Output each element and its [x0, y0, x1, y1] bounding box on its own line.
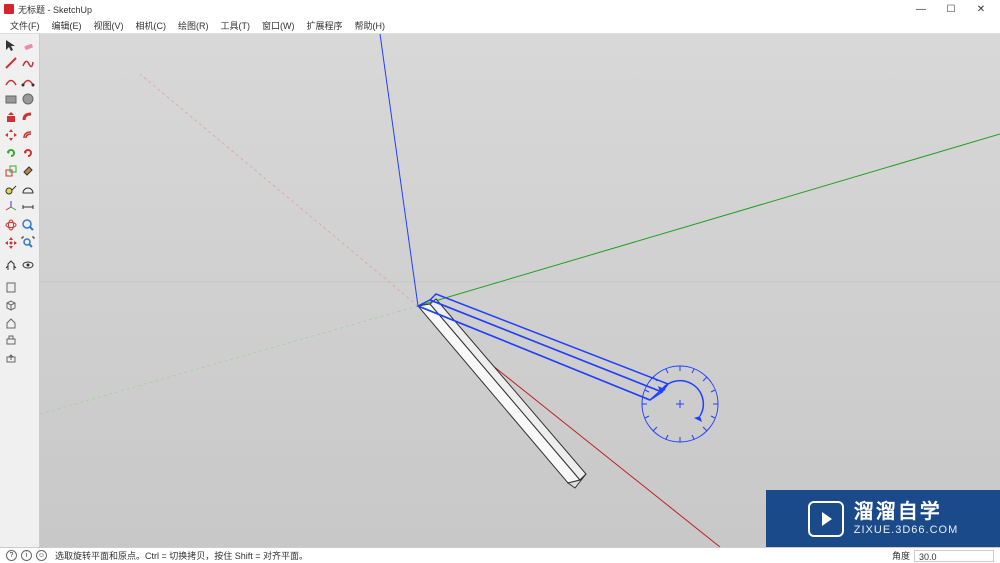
orbit-tool[interactable]: [2, 216, 20, 234]
menu-draw[interactable]: 绘图(R): [172, 19, 215, 32]
status-help-icon[interactable]: ?: [6, 550, 17, 561]
line-tool[interactable]: [2, 54, 20, 72]
freehand-tool[interactable]: [20, 54, 38, 72]
status-hint: 选取旋转平面和原点。Ctrl = 切换拷贝，按住 Shift = 对齐平面。: [55, 549, 308, 562]
menu-edit[interactable]: 编辑(E): [46, 19, 88, 32]
watermark-subtitle: ZIXUE.3D66.COM: [854, 524, 958, 537]
walk-tool[interactable]: [2, 256, 20, 274]
minimize-button[interactable]: —: [906, 2, 936, 17]
rotate2-tool[interactable]: [20, 144, 38, 162]
menu-tools[interactable]: 工具(T): [215, 19, 257, 32]
followme-tool[interactable]: [20, 108, 38, 126]
watermark-play-icon: [808, 501, 844, 537]
watermark-title: 溜溜自学: [854, 500, 958, 524]
print-tool[interactable]: [2, 332, 20, 350]
dimension-tool[interactable]: [20, 198, 38, 216]
export-tool[interactable]: [2, 350, 20, 368]
maximize-button[interactable]: ☐: [936, 2, 966, 17]
box-tool[interactable]: [2, 296, 20, 314]
window-controls: — ☐ ✕: [906, 2, 996, 17]
scale-tool[interactable]: [2, 162, 20, 180]
eraser-tool[interactable]: [20, 36, 38, 54]
paste-tool[interactable]: [2, 278, 20, 296]
menu-extensions[interactable]: 扩展程序: [301, 19, 349, 32]
axes-tool[interactable]: [2, 198, 20, 216]
offset-tool[interactable]: [20, 126, 38, 144]
zoom-tool[interactable]: [20, 216, 38, 234]
app-icon: [4, 4, 14, 14]
select-tool[interactable]: [2, 36, 20, 54]
pushpull-tool[interactable]: [2, 108, 20, 126]
arc-tool[interactable]: [2, 72, 20, 90]
move-tool[interactable]: [2, 126, 20, 144]
menu-window[interactable]: 窗口(W): [256, 19, 301, 32]
watermark: 溜溜自学 ZIXUE.3D66.COM: [766, 490, 1000, 547]
arc2-tool[interactable]: [20, 72, 38, 90]
titlebar: 无标题 - SketchUp — ☐ ✕: [0, 0, 1000, 18]
viewport[interactable]: [40, 34, 1000, 547]
rotate-tool[interactable]: [2, 144, 20, 162]
close-button[interactable]: ✕: [966, 2, 996, 17]
angle-label: 角度: [892, 549, 910, 562]
pan-tool[interactable]: [2, 234, 20, 252]
menu-camera[interactable]: 相机(C): [130, 19, 173, 32]
status-info-icon[interactable]: i: [21, 550, 32, 561]
protractor-tool[interactable]: [20, 180, 38, 198]
toolbar: [0, 34, 40, 547]
home-tool[interactable]: [2, 314, 20, 332]
menu-file[interactable]: 文件(F): [4, 19, 46, 32]
zoomext-tool[interactable]: [20, 234, 38, 252]
paint-tool[interactable]: [20, 162, 38, 180]
statusbar: ? i ☺ 选取旋转平面和原点。Ctrl = 切换拷贝，按住 Shift = 对…: [0, 547, 1000, 563]
tape-tool[interactable]: [2, 180, 20, 198]
look-tool[interactable]: [20, 256, 38, 274]
menubar: 文件(F) 编辑(E) 视图(V) 相机(C) 绘图(R) 工具(T) 窗口(W…: [0, 18, 1000, 34]
main-area: [0, 34, 1000, 547]
menu-view[interactable]: 视图(V): [88, 19, 130, 32]
status-user-icon[interactable]: ☺: [36, 550, 47, 561]
menu-help[interactable]: 帮助(H): [349, 19, 392, 32]
angle-value-input[interactable]: 30.0: [914, 550, 994, 562]
rectangle-tool[interactable]: [2, 90, 20, 108]
window-title: 无标题 - SketchUp: [18, 3, 906, 16]
circle-tool[interactable]: [20, 90, 38, 108]
